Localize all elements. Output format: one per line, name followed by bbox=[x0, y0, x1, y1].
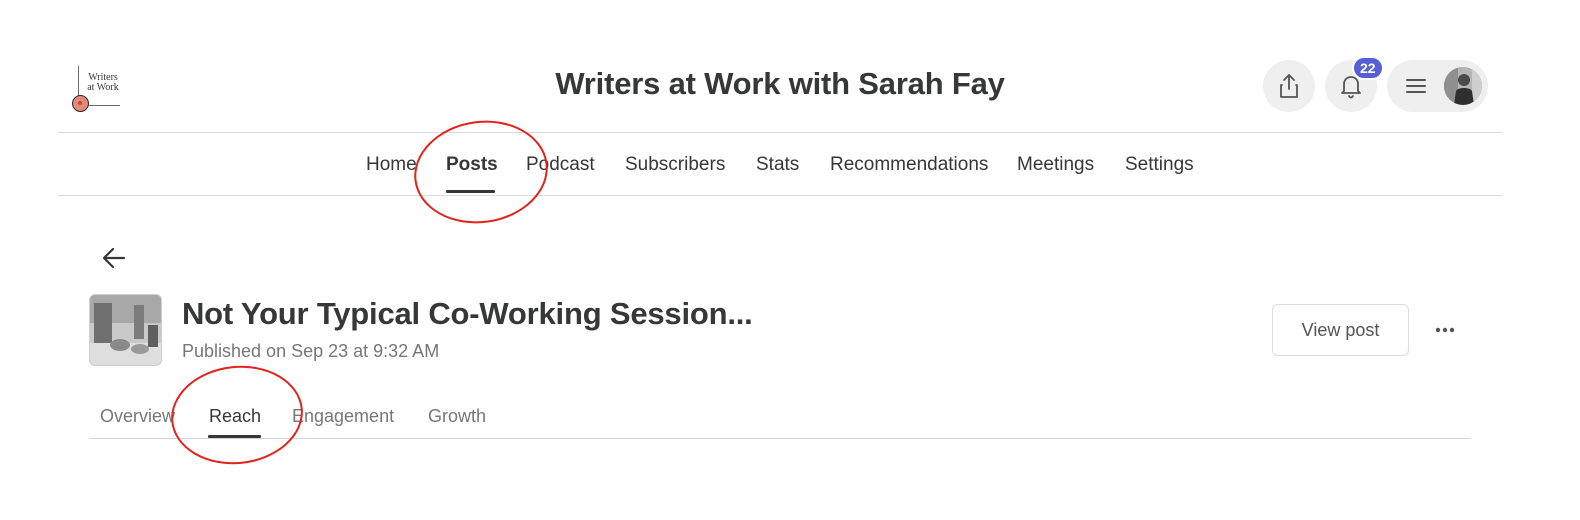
post-published-date: Published on Sep 23 at 9:32 AM bbox=[182, 341, 440, 361]
post-thumbnail bbox=[89, 294, 162, 366]
tabs-divider bbox=[89, 438, 1471, 439]
nav-item-subscribers[interactable]: Subscribers bbox=[625, 154, 725, 176]
share-icon bbox=[1280, 74, 1298, 98]
nav-divider bbox=[58, 195, 1503, 196]
avatar bbox=[1444, 67, 1482, 105]
notification-count-badge[interactable]: 22 bbox=[1352, 56, 1384, 80]
nav-item-meetings[interactable]: Meetings bbox=[1017, 154, 1094, 176]
share-button[interactable] bbox=[1263, 60, 1315, 112]
more-options-icon[interactable] bbox=[1430, 320, 1460, 340]
annotation-circle-reach bbox=[166, 359, 308, 471]
back-arrow-icon[interactable] bbox=[100, 244, 128, 272]
tab-growth[interactable]: Growth bbox=[428, 406, 486, 427]
nav-item-stats[interactable]: Stats bbox=[756, 154, 799, 176]
annotation-circle-posts bbox=[407, 112, 555, 232]
nav-item-home[interactable]: Home bbox=[366, 154, 417, 176]
tab-engagement[interactable]: Engagement bbox=[292, 406, 394, 427]
nav-item-recommendations[interactable]: Recommendations bbox=[830, 154, 988, 176]
tab-overview[interactable]: Overview bbox=[100, 406, 175, 427]
view-post-button[interactable]: View post bbox=[1272, 304, 1409, 356]
nav-item-settings[interactable]: Settings bbox=[1125, 154, 1194, 176]
header-divider bbox=[58, 132, 1503, 133]
user-menu-button[interactable] bbox=[1387, 60, 1488, 112]
hamburger-menu-icon bbox=[1406, 79, 1426, 93]
post-title: Not Your Typical Co-Working Session... bbox=[182, 296, 753, 331]
main-nav: Home Posts Podcast Subscribers Stats Rec… bbox=[0, 154, 1560, 194]
